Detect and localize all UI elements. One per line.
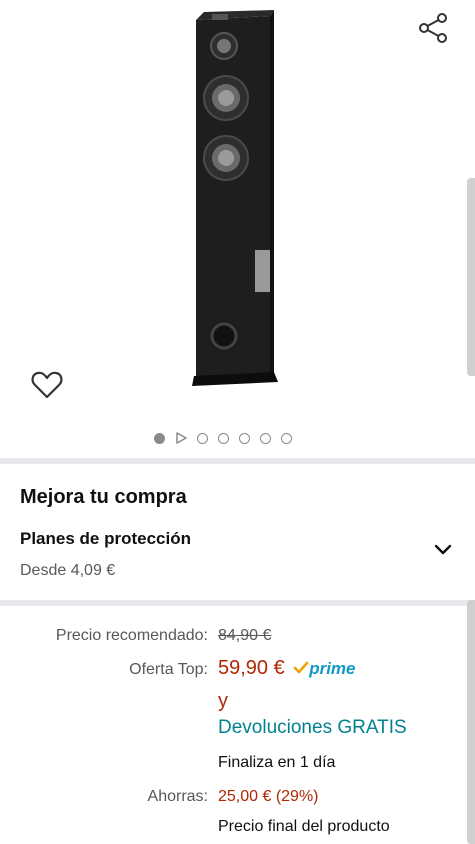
share-icon[interactable] bbox=[418, 12, 450, 44]
video-play-icon[interactable] bbox=[175, 432, 187, 444]
pager-dot[interactable] bbox=[218, 432, 229, 444]
pager-dot[interactable] bbox=[260, 432, 271, 444]
list-price: 84,90 € bbox=[218, 627, 272, 644]
deal-label: Oferta Top: bbox=[129, 661, 208, 678]
pager-dot-active[interactable] bbox=[154, 432, 165, 444]
and-connector: y bbox=[218, 690, 228, 712]
savings-value: 25,00 € (29%) bbox=[218, 788, 319, 805]
prime-check-icon bbox=[293, 661, 309, 674]
upgrade-title: Mejora tu compra bbox=[20, 486, 187, 508]
protection-plan-title[interactable]: Planes de protección bbox=[20, 529, 191, 549]
deal-ends-text: Finaliza en 1 día bbox=[218, 754, 336, 771]
free-returns-link[interactable]: Devoluciones GRATIS bbox=[218, 717, 407, 739]
prime-badge: prime bbox=[309, 659, 356, 678]
savings-label: Ahorras: bbox=[147, 788, 208, 805]
deal-price-block: 59,90 € prime bbox=[218, 657, 355, 680]
protection-plan-price: Desde 4,09 € bbox=[20, 562, 116, 579]
final-price-note: Precio final del producto bbox=[218, 818, 390, 835]
section-divider bbox=[0, 458, 475, 464]
list-price-label: Precio recomendado: bbox=[55, 627, 208, 644]
product-image-gallery[interactable] bbox=[0, 0, 475, 458]
section-divider bbox=[0, 600, 475, 606]
chevron-down-icon[interactable] bbox=[432, 538, 454, 560]
pager-dot[interactable] bbox=[281, 432, 292, 444]
heart-icon[interactable] bbox=[30, 368, 64, 402]
pager-dot[interactable] bbox=[197, 432, 208, 444]
image-pager[interactable] bbox=[154, 432, 292, 444]
pager-dot[interactable] bbox=[239, 432, 250, 444]
deal-price: 59,90 € bbox=[218, 657, 285, 679]
scrollbar-thumb[interactable] bbox=[467, 600, 475, 844]
scrollbar-thumb[interactable] bbox=[467, 178, 475, 376]
product-image[interactable] bbox=[178, 6, 288, 386]
